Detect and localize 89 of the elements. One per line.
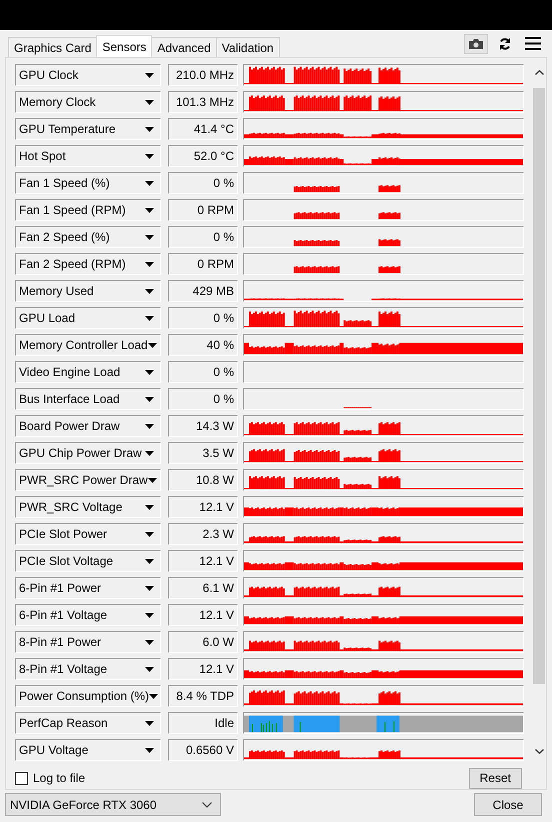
sensor-dropdown[interactable]: 8-Pin #1 Power	[15, 631, 161, 653]
sensor-value: 12.1 V	[168, 658, 238, 680]
caret-icon	[145, 396, 154, 402]
caret-icon	[145, 424, 154, 428]
caret-icon	[145, 370, 154, 374]
caret-icon	[145, 586, 154, 590]
gpu-select[interactable]: NVIDIA GeForce RTX 3060	[5, 793, 221, 816]
caret-icon	[145, 100, 154, 104]
sensor-dropdown[interactable]: 6-Pin #1 Voltage	[15, 604, 161, 626]
caret-icon	[145, 316, 154, 320]
sensor-dropdown[interactable]: Hot Spot	[15, 145, 161, 167]
caret-icon	[145, 262, 154, 266]
sensor-value: 10.8 W	[168, 469, 238, 491]
sensor-dropdown[interactable]: Power Consumption (%)	[15, 685, 161, 707]
close-button[interactable]: Close	[474, 793, 542, 816]
sensor-value: 0 RPM	[168, 253, 238, 275]
sensor-dropdown[interactable]: PCIe Slot Voltage	[15, 550, 161, 572]
sensor-dropdown[interactable]: GPU Temperature	[15, 118, 161, 140]
caret-icon	[145, 640, 154, 644]
log-checkbox[interactable]	[15, 772, 28, 784]
sensor-dropdown[interactable]: GPU Load	[15, 307, 161, 329]
sensor-dropdown[interactable]: GPU Clock	[15, 64, 161, 86]
sensor-value: 0 %	[168, 172, 238, 194]
camera-icon[interactable]	[464, 34, 488, 54]
sensor-dropdown[interactable]: Memory Clock	[15, 91, 161, 113]
sensor-dropdown[interactable]: Fan 2 Speed (%)	[15, 226, 161, 248]
sensor-dropdown[interactable]: PerfCap Reason	[15, 712, 161, 734]
caret-icon	[145, 532, 154, 536]
sensor-value: 0 %	[168, 307, 238, 329]
sensor-value: 101.3 MHz	[168, 91, 238, 113]
caret-icon	[145, 154, 154, 158]
caret-icon	[148, 342, 157, 348]
sensor-dropdown[interactable]: Fan 1 Speed (RPM)	[15, 199, 161, 221]
sensor-value: 2.3 W	[168, 523, 238, 545]
sensor-dropdown[interactable]: PWR_SRC Power Draw	[15, 469, 161, 491]
sensor-dropdown[interactable]: PWR_SRC Voltage	[15, 496, 161, 518]
sensor-value: 0 RPM	[168, 199, 238, 221]
sensor-dropdown[interactable]: GPU Chip Power Draw	[15, 442, 161, 464]
sensor-value: 6.0 W	[168, 631, 238, 653]
sensor-dropdown[interactable]: Bus Interface Load	[15, 388, 161, 410]
sensor-value: 0 %	[168, 226, 238, 248]
caret-icon	[145, 288, 154, 294]
caret-icon	[145, 180, 154, 186]
sensor-dropdown[interactable]: Fan 2 Speed (RPM)	[15, 253, 161, 275]
caret-icon	[149, 694, 158, 698]
caret-icon	[145, 666, 154, 672]
caret-icon	[145, 612, 154, 618]
sensor-value: 0 %	[168, 388, 238, 410]
sensor-dropdown[interactable]: 8-Pin #1 Voltage	[15, 658, 161, 680]
menu-icon[interactable]	[522, 34, 544, 52]
sensor-value: 3.5 W	[168, 442, 238, 464]
sensor-value: 12.1 V	[168, 550, 238, 572]
sensor-dropdown[interactable]: Memory Controller Load	[15, 334, 161, 356]
sensor-dropdown[interactable]: Memory Used	[15, 280, 161, 302]
sensor-dropdown[interactable]: Video Engine Load	[15, 361, 161, 383]
sensor-value: 40 %	[168, 334, 238, 356]
caret-icon	[145, 720, 154, 726]
caret-icon	[148, 478, 157, 482]
sensor-value: 8.4 % TDP	[168, 685, 238, 707]
sensor-value: 210.0 MHz	[168, 64, 238, 86]
caret-icon	[145, 450, 154, 456]
tab[interactable]: Sensors	[96, 35, 152, 57]
caret-icon	[145, 504, 154, 510]
sensor-value: 429 MB	[168, 280, 238, 302]
sensor-value: Idle	[168, 712, 238, 734]
caret-icon	[145, 558, 154, 564]
sensor-value: 0 %	[168, 361, 238, 383]
reset-button[interactable]: Reset	[468, 768, 522, 788]
sensor-dropdown[interactable]: PCIe Slot Power	[15, 523, 161, 545]
sensor-value: 6.1 W	[168, 577, 238, 599]
sensor-value: 12.1 V	[168, 496, 238, 518]
sensor-value: 12.1 V	[168, 604, 238, 626]
caret-icon	[145, 208, 154, 212]
tab[interactable]: Graphics Card	[8, 37, 98, 57]
sensor-value: 52.0 °C	[168, 145, 238, 167]
caret-icon	[145, 126, 154, 132]
checkbox-label: Log to file	[33, 771, 86, 785]
sensor-dropdown[interactable]: Fan 1 Speed (%)	[15, 172, 161, 194]
caret-icon	[145, 234, 154, 240]
sensor-value: 14.3 W	[168, 415, 238, 437]
sensor-dropdown[interactable]: 6-Pin #1 Power	[15, 577, 161, 599]
sensor-value: 0.6560 V	[168, 739, 238, 761]
tab[interactable]: Validation	[216, 37, 280, 57]
sensor-dropdown[interactable]: Board Power Draw	[15, 415, 161, 437]
caret-icon	[145, 72, 154, 78]
caret-icon	[145, 748, 154, 752]
sensor-value: 41.4 °C	[168, 118, 238, 140]
sensor-dropdown[interactable]: GPU Voltage	[15, 739, 161, 761]
chevron-icon	[202, 802, 212, 808]
